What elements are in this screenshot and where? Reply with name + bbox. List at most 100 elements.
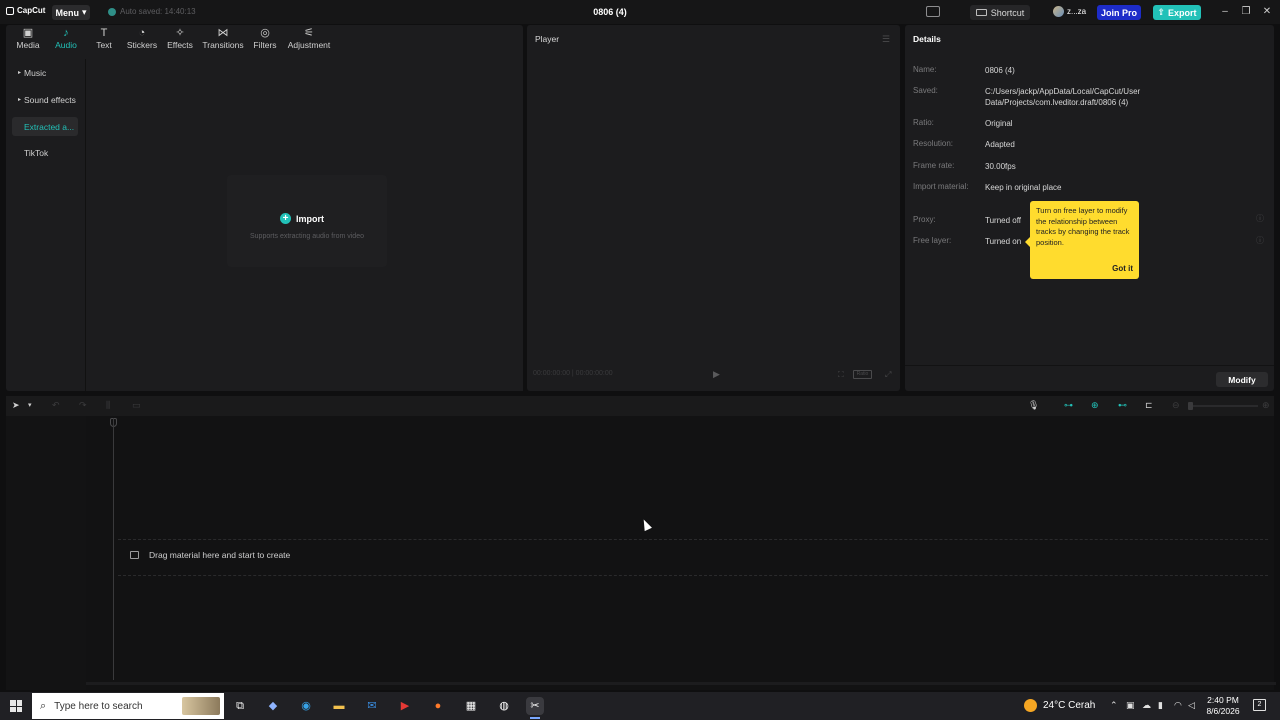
sidebar-item-tiktok[interactable]: TikTok xyxy=(12,143,78,162)
search-highlight-image xyxy=(182,697,220,715)
detail-value: Keep in original place xyxy=(985,183,1062,192)
detail-label: Ratio: xyxy=(913,118,934,127)
taskbar-search[interactable]: ⌕ Type here to search xyxy=(32,693,224,719)
delete-icon[interactable]: ▭ xyxy=(132,400,141,411)
audio-sidebar: ▸ Music ▸ Sound effects Extracted a... T… xyxy=(6,59,86,391)
project-title: 0806 (4) xyxy=(593,7,627,17)
tab-effects[interactable]: ✧ Effects xyxy=(162,25,198,53)
detail-row-ratio: Ratio: Original xyxy=(913,118,1225,129)
notification-center-icon[interactable]: 2 xyxy=(1253,699,1266,711)
system-clock[interactable]: 2:40 PM 8/6/2026 xyxy=(1203,695,1243,717)
close-icon[interactable]: ✕ xyxy=(1261,6,1273,17)
copilot-icon[interactable]: ◆ xyxy=(264,697,282,715)
minimize-icon[interactable]: – xyxy=(1219,6,1231,17)
preview-axis-icon[interactable]: ⊏ xyxy=(1145,400,1153,411)
link-main-track-icon[interactable]: ⊶ xyxy=(1064,400,1073,411)
horizontal-scrollbar[interactable] xyxy=(86,682,1276,685)
snap-icon[interactable]: ⊕ xyxy=(1091,400,1099,411)
detail-label: Resolution: xyxy=(913,139,954,148)
restore-icon[interactable]: ❐ xyxy=(1240,6,1252,17)
import-button[interactable]: + Import xyxy=(280,213,324,224)
caret-right-icon: ▸ xyxy=(18,70,22,76)
detail-label: Proxy: xyxy=(913,215,936,224)
info-icon[interactable]: ⓘ xyxy=(1256,235,1264,246)
select-cursor-icon[interactable]: ➤ xyxy=(12,400,20,411)
user-name: z...za xyxy=(1067,7,1087,16)
detail-label: Free layer: xyxy=(913,236,952,245)
menu-button[interactable]: Menu ▾ xyxy=(52,5,90,20)
search-icon: ⌕ xyxy=(40,699,47,712)
ratio-button[interactable]: Ratio xyxy=(853,370,872,379)
microsoft-store-icon[interactable]: ▦ xyxy=(462,697,480,715)
got-it-button[interactable]: Got it xyxy=(1112,264,1133,275)
youtube-icon[interactable]: ▶ xyxy=(396,697,414,715)
tab-transitions[interactable]: ⋈ Transitions xyxy=(198,25,248,53)
split-icon[interactable]: ⫼ xyxy=(106,400,110,411)
microphone-icon[interactable]: 🎙︎ xyxy=(1028,400,1039,411)
sidebar-item-sound-effects[interactable]: ▸ Sound effects xyxy=(12,90,78,109)
task-view-icon[interactable]: ⧉ xyxy=(231,697,249,715)
tab-text[interactable]: T Text xyxy=(86,25,122,53)
windows-start-icon[interactable] xyxy=(10,700,22,712)
tab-audio[interactable]: ♪ Audio xyxy=(46,25,86,53)
fullscreen-icon[interactable]: ⤢ xyxy=(885,370,891,380)
tab-adjustment-label: Adjustment xyxy=(287,40,331,50)
title-bar: CapCut Menu ▾ Auto saved: 14:40:13 0806 … xyxy=(0,0,1280,24)
weather-widget[interactable]: 24°C Cerah xyxy=(1024,699,1095,712)
crop-icon[interactable]: ⛶ xyxy=(838,370,844,380)
microphone-tray-icon[interactable]: ▮ xyxy=(1158,700,1163,711)
tab-audio-label: Audio xyxy=(55,40,77,50)
file-explorer-icon[interactable]: ▬ xyxy=(330,697,348,715)
modify-button[interactable]: Modify xyxy=(1216,372,1268,387)
import-label: Import xyxy=(296,213,324,224)
details-panel: Details Name: 0806 (4) Saved: C:/Users/j… xyxy=(905,25,1274,391)
join-pro-button[interactable]: Join Pro xyxy=(1097,5,1141,20)
zoom-slider[interactable] xyxy=(1188,402,1258,410)
obs-studio-icon[interactable]: ◍ xyxy=(495,697,513,715)
export-label: Export xyxy=(1168,7,1197,18)
zoom-slider-knob[interactable] xyxy=(1188,402,1193,410)
capcut-logo-icon xyxy=(6,6,14,15)
redo-icon[interactable]: ↷ xyxy=(79,400,87,411)
export-button[interactable]: ⇪ Export xyxy=(1153,5,1201,20)
play-icon[interactable]: ▶ xyxy=(713,369,720,380)
transitions-icon: ⋈ xyxy=(217,27,229,39)
sidebar-item-label: TikTok xyxy=(24,147,49,158)
sidebar-item-extracted-audio[interactable]: Extracted a... xyxy=(12,117,78,136)
export-icon: ⇪ xyxy=(1157,7,1166,17)
tab-filters[interactable]: ◎ Filters xyxy=(248,25,282,53)
layout-icon[interactable] xyxy=(926,6,940,17)
outlook-icon[interactable]: ✉ xyxy=(363,697,381,715)
wifi-icon[interactable]: ◠ xyxy=(1174,700,1182,711)
import-subtitle: Supports extracting audio from video xyxy=(249,233,364,240)
player-panel: Player ☰ 00:00:00:00 | 00:00:00:00 ▶ ⛶ R… xyxy=(527,25,900,391)
clock-time: 2:40 PM xyxy=(1207,695,1239,705)
tab-media[interactable]: ▣ Media xyxy=(10,25,46,53)
zoom-out-icon[interactable]: ⊖ xyxy=(1172,400,1180,411)
chevron-up-icon[interactable]: ⌃ xyxy=(1110,700,1118,711)
cloud-icon[interactable]: ☁ xyxy=(1142,700,1151,711)
detail-row-import-material: Import material: Keep in original place xyxy=(913,182,1225,193)
chevron-down-icon[interactable]: ▾ xyxy=(28,401,32,409)
linkage-icon[interactable]: ⊷ xyxy=(1118,400,1127,411)
hamburger-icon[interactable]: ☰ xyxy=(882,34,890,45)
tray-app-icon[interactable]: ▣ xyxy=(1126,700,1135,711)
user-account[interactable]: z...za xyxy=(1053,6,1086,17)
sidebar-item-music[interactable]: ▸ Music xyxy=(12,63,78,82)
volume-icon[interactable]: ◁ xyxy=(1188,700,1195,711)
timecode: 00:00:00:00 | 00:00:00:00 xyxy=(533,370,613,377)
shortcut-button[interactable]: Shortcut xyxy=(970,5,1030,20)
capcut-taskbar-icon[interactable]: ✂ xyxy=(526,697,544,719)
cloud-check-icon xyxy=(108,7,116,16)
tab-adjustment[interactable]: ⚟ Adjustment xyxy=(282,25,336,53)
zoom-in-icon[interactable]: ⊕ xyxy=(1262,400,1270,411)
firefox-icon[interactable]: ● xyxy=(429,697,447,715)
undo-icon[interactable]: ↶ xyxy=(52,400,60,411)
playhead[interactable] xyxy=(113,418,114,680)
edge-browser-icon[interactable]: ◉ xyxy=(297,697,315,715)
main-track-dropzone[interactable]: Drag material here and start to create xyxy=(118,539,1268,576)
chevron-down-icon: ▾ xyxy=(81,7,87,17)
tab-stickers[interactable]: ◔ Stickers xyxy=(122,25,162,53)
info-icon[interactable]: ⓘ xyxy=(1256,213,1264,224)
import-dropzone[interactable]: + Import Supports extracting audio from … xyxy=(227,175,387,267)
